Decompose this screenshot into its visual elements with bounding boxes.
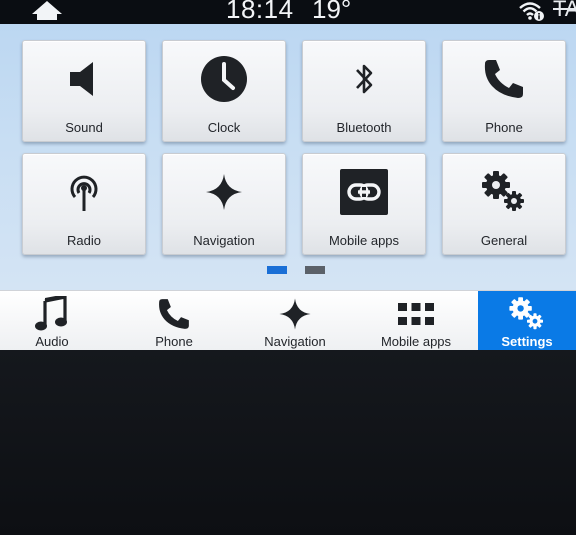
tile-radio[interactable]: Radio (22, 153, 146, 255)
tile-label: Radio (67, 233, 101, 248)
clock-icon (201, 56, 247, 102)
wifi-info-icon (519, 2, 544, 21)
clock-time: 18:14 (226, 0, 294, 24)
settings-screen: Sound Clock Bluetooth Phone Radio Naviga… (0, 24, 576, 290)
bottom-tab-settings[interactable]: Settings (478, 291, 576, 351)
bottom-tab-audio[interactable]: Audio (0, 291, 104, 351)
bottom-tab-mobile-apps[interactable]: Mobile apps (364, 291, 468, 351)
status-bar: 18:14 19° TA (0, 0, 576, 24)
tile-label: General (480, 233, 528, 248)
tile-label: Mobile apps (328, 233, 400, 248)
outside-temperature: 19° (312, 0, 352, 24)
traffic-announcement-indicator[interactable]: TA (553, 0, 576, 22)
phone-icon (159, 299, 189, 329)
bottom-tab-label: Phone (155, 334, 193, 349)
tile-label: Clock (207, 120, 241, 135)
tile-general[interactable]: General (442, 153, 566, 255)
radio-antenna-icon (70, 175, 98, 211)
speaker-icon (70, 62, 93, 96)
tile-clock[interactable]: Clock (162, 40, 286, 142)
home-icon[interactable] (30, 0, 64, 20)
tile-sound[interactable]: Sound (22, 40, 146, 142)
tile-mobile-apps[interactable]: Mobile apps (302, 153, 426, 255)
page-indicator-active[interactable] (267, 266, 287, 274)
page-indicator-inactive[interactable] (305, 266, 325, 274)
link-icon (340, 169, 388, 215)
bottom-tab-label: Navigation (264, 334, 326, 349)
tile-label: Navigation (193, 233, 255, 248)
tile-navigation[interactable]: Navigation (162, 153, 286, 255)
bottom-tab-label: Audio (35, 334, 69, 349)
gears-icon (482, 171, 524, 211)
phone-icon (484, 60, 523, 98)
tile-phone[interactable]: Phone (442, 40, 566, 142)
tile-label: Sound (65, 120, 103, 135)
bottom-tab-label: Settings (501, 334, 553, 349)
app-grid-icon (398, 303, 434, 325)
bottom-tab-phone[interactable]: Phone (122, 291, 226, 351)
tile-bluetooth[interactable]: Bluetooth (302, 40, 426, 142)
gears-icon (509, 297, 543, 330)
bottom-nav-bar: Audio Phone Navigation Mobile apps Setti… (0, 290, 576, 351)
bluetooth-icon (356, 64, 373, 94)
navigation-star-icon (279, 298, 311, 330)
screen-bezel (0, 350, 576, 535)
music-note-icon (35, 296, 67, 331)
navigation-star-icon (206, 174, 242, 210)
bottom-tab-label: Mobile apps (380, 334, 452, 349)
tile-label: Bluetooth (336, 120, 392, 135)
bottom-tab-navigation[interactable]: Navigation (240, 291, 350, 351)
tile-label: Phone (485, 120, 523, 135)
